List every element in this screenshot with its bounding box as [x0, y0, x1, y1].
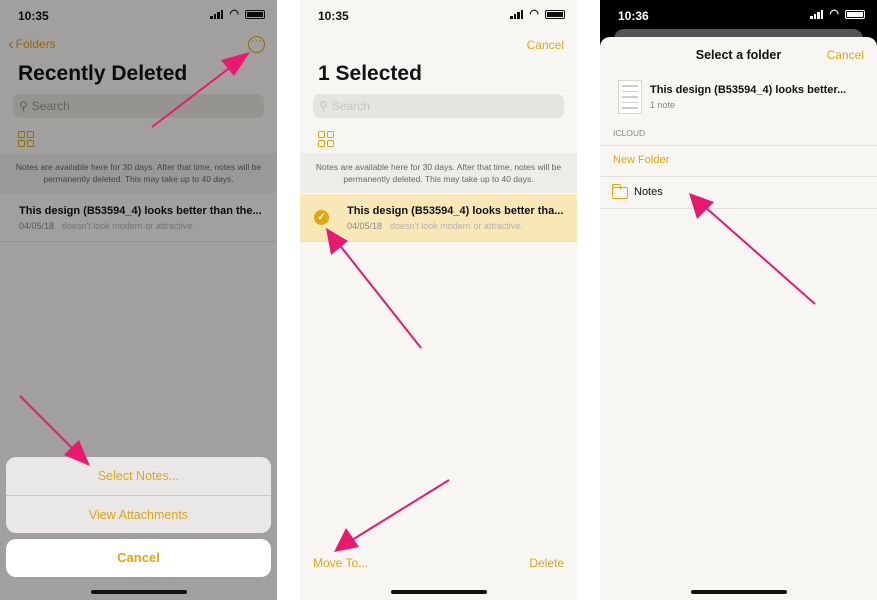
home-indicator	[90, 590, 187, 594]
screen-select-notes: 10:35 ◠ Cancel 1 Selected ⚲ Search Notes…	[300, 0, 577, 600]
divider	[600, 145, 877, 146]
home-indicator	[390, 590, 487, 594]
select-notes-button[interactable]: Select Notes...	[6, 457, 271, 495]
cancel-button[interactable]: Cancel	[6, 539, 271, 577]
note-title: This design (B53594_4) looks better tha.…	[347, 205, 564, 217]
view-attachments-button[interactable]: View Attachments	[6, 496, 271, 533]
signal-icon	[510, 9, 524, 19]
note-thumbnail	[618, 80, 642, 114]
wifi-icon: ◠	[829, 8, 839, 20]
note-count: 1 note	[650, 100, 676, 110]
home-indicator	[690, 590, 787, 594]
battery-icon	[845, 9, 865, 19]
screen-select-folder: 10:36 ◠ Select a folder Cancel This desi…	[600, 0, 877, 600]
wifi-icon: ◠	[529, 8, 539, 20]
search-placeholder: Search	[331, 99, 370, 113]
cancel-button[interactable]: Cancel	[527, 38, 564, 52]
status-bar: 10:36 ◠	[600, 0, 877, 30]
search-input[interactable]: ⚲ Search	[313, 94, 564, 118]
folder-label: Notes	[634, 186, 663, 198]
note-date: 04/05/18	[347, 221, 383, 231]
gallery-view-icon[interactable]	[318, 131, 334, 147]
note-row-selected[interactable]: ✓ This design (B53594_4) looks better th…	[300, 194, 577, 242]
status-time: 10:36	[618, 9, 649, 23]
battery-icon	[545, 9, 565, 19]
search-icon: ⚲	[319, 99, 328, 113]
signal-icon	[810, 9, 824, 19]
status-time: 10:35	[318, 9, 349, 23]
delete-button[interactable]: Delete	[529, 556, 564, 570]
info-banner: Notes are available here for 30 days. Af…	[300, 153, 577, 193]
divider	[600, 208, 877, 209]
checkmark-icon[interactable]: ✓	[314, 210, 329, 225]
new-folder-button[interactable]: New Folder	[613, 154, 669, 166]
move-to-button[interactable]: Move To...	[313, 556, 368, 570]
action-sheet: Select Notes... View Attachments	[6, 457, 271, 533]
folder-row-notes[interactable]: Notes	[600, 177, 877, 208]
folder-picker-sheet: Select a folder Cancel This design (B535…	[600, 37, 877, 600]
screen-recently-deleted: 10:35 ◠ ‹ Folders ··· Recently Deleted ⚲…	[0, 0, 277, 600]
note-title: This design (B53594_4) looks better...	[650, 84, 847, 96]
cancel-button[interactable]: Cancel	[827, 48, 864, 62]
folder-icon	[611, 184, 628, 199]
section-header: ICLOUD	[613, 128, 646, 138]
note-preview: doesn't look modern or attractive.	[390, 221, 523, 231]
page-title: 1 Selected	[318, 62, 422, 85]
status-bar: 10:35 ◠	[300, 0, 577, 30]
